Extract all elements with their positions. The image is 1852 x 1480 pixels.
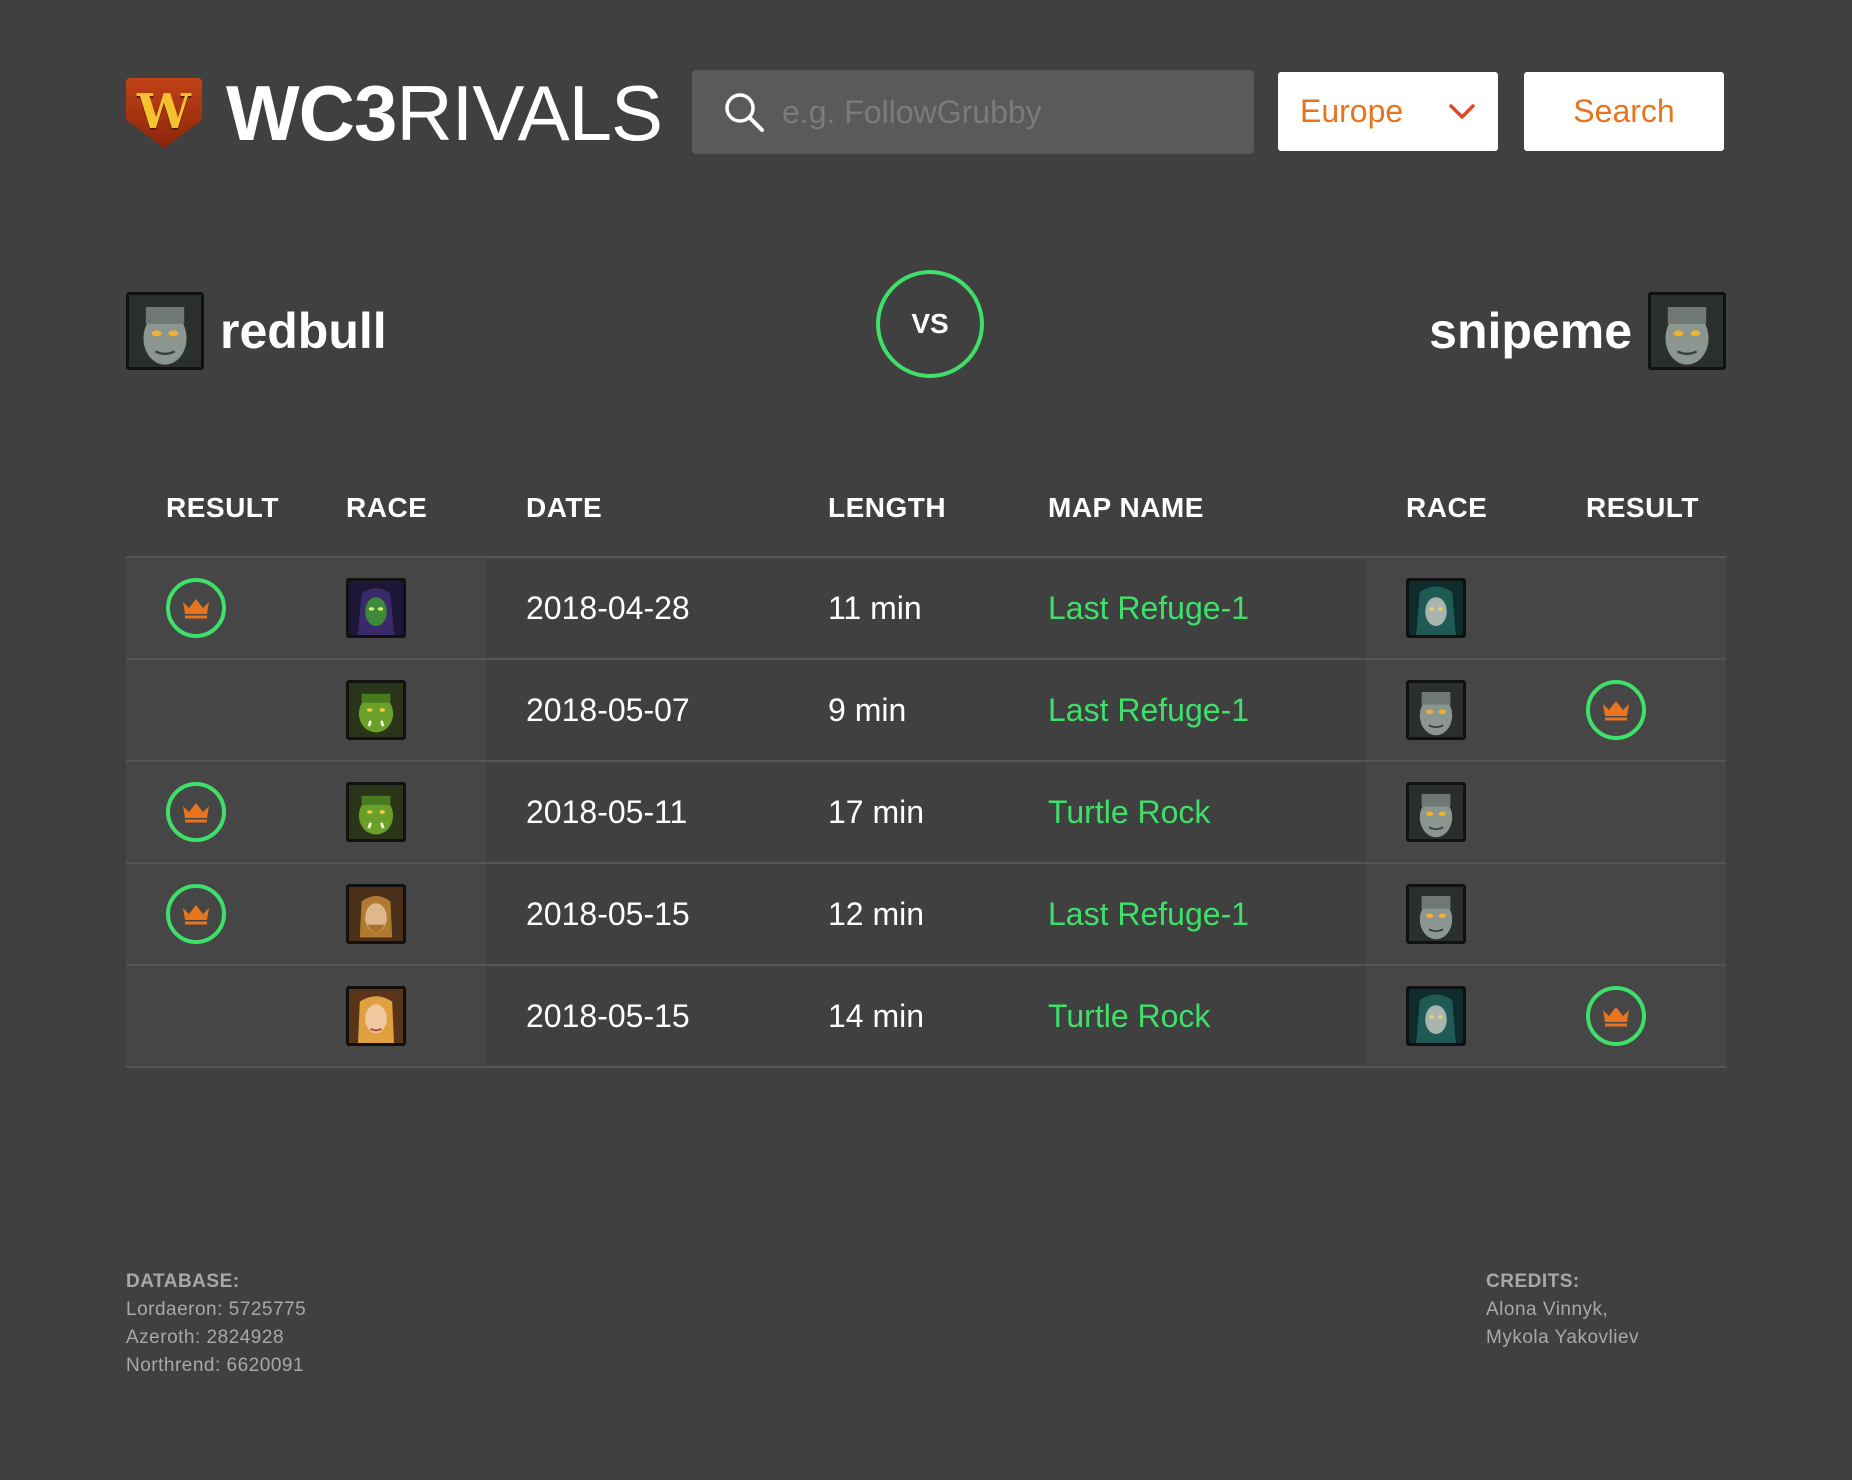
player-right[interactable]: snipeme [1429, 292, 1726, 370]
col-header-race-right: RACE [1406, 492, 1488, 523]
match-date: 2018-04-28 [526, 589, 690, 626]
map-name-link[interactable]: Last Refuge-1 [1048, 558, 1249, 658]
winner-badge[interactable] [166, 578, 226, 638]
table-row[interactable]: 2018-05-07 9 min Last Refuge-1 [126, 660, 1726, 762]
region-select[interactable]: Europe [1278, 72, 1498, 151]
credits: CREDITS: Alona Vinnyk, Mykola Yakovliev [1486, 1268, 1639, 1352]
match-length: 14 min [828, 997, 925, 1034]
brand-name-thin: RIVALS [396, 69, 663, 157]
col-header-length: LENGTH [828, 492, 947, 523]
match-table: RESULT RACE DATE LENGTH MAP NAME RACE RE… [126, 480, 1726, 1068]
undead-race-icon [1406, 782, 1466, 842]
col-header-result-right: RESULT [1586, 492, 1699, 523]
winner-badge[interactable] [1586, 680, 1646, 740]
database-line: Northrend: 6620091 [126, 1355, 305, 1376]
match-date: 2018-05-15 [526, 997, 690, 1034]
crown-icon [1603, 1007, 1629, 1027]
race-right-cell [1406, 966, 1466, 1066]
credits-line: Mykola Yakovliev [1486, 1327, 1640, 1348]
race-left-cell [346, 966, 406, 1066]
match-date: 2018-05-15 [526, 895, 690, 932]
race-right-cell [1406, 762, 1466, 862]
night-elf-warden-race-icon [346, 578, 406, 638]
undead-race-avatar [126, 292, 204, 370]
race-left-cell [346, 864, 406, 964]
result-right-cell [1586, 660, 1646, 760]
database-line: Azeroth: 2824928 [126, 1327, 285, 1348]
race-left-cell [346, 660, 406, 760]
result-left-cell [166, 558, 226, 658]
race-left-cell [346, 558, 406, 658]
race-left-cell [346, 762, 406, 862]
race-right-cell [1406, 558, 1466, 658]
table-row[interactable]: 2018-05-15 12 min Last Refuge-1 [126, 864, 1726, 966]
orc-race-icon [346, 680, 406, 740]
match-length: 11 min [828, 589, 922, 626]
wc3-logo-icon: W [126, 78, 202, 148]
race-right-cell [1406, 864, 1466, 964]
logo-badge-letter: W [137, 84, 191, 140]
credits-line: Alona Vinnyk, [1486, 1299, 1609, 1320]
match-date: 2018-05-11 [526, 793, 688, 830]
chevron-down-icon [1449, 103, 1475, 119]
match-length: 9 min [828, 691, 907, 728]
undead-race-icon [1406, 884, 1466, 944]
result-right-cell [1586, 966, 1646, 1066]
map-name-link[interactable]: Last Refuge-1 [1048, 864, 1249, 964]
table-row[interactable]: 2018-04-28 11 min Last Refuge-1 [126, 558, 1726, 660]
winner-badge[interactable] [166, 782, 226, 842]
orc-race-icon [346, 782, 406, 842]
row-shade [126, 660, 486, 760]
brand-name-bold: WC3 [226, 69, 397, 157]
col-header-result-left: RESULT [166, 492, 279, 523]
credits-title: CREDITS: [1486, 1271, 1580, 1292]
crown-icon [1603, 701, 1629, 721]
human-female-race-icon [346, 986, 406, 1046]
search-button[interactable]: Search [1524, 72, 1724, 151]
database-stats: DATABASE: Lordaeron: 5725775 Azeroth: 28… [126, 1268, 306, 1380]
player-left[interactable]: redbull [126, 292, 387, 370]
row-shade [126, 966, 486, 1066]
player-right-name: snipeme [1429, 303, 1632, 359]
region-selected-label: Europe [1300, 93, 1404, 129]
banshee-race-icon [1406, 578, 1466, 638]
header: W WC3RIVALS Europe Search [126, 70, 1726, 155]
undead-race-icon [1406, 680, 1466, 740]
crown-icon [183, 905, 209, 925]
map-name-link[interactable]: Turtle Rock [1048, 762, 1210, 862]
result-left-cell [166, 864, 226, 964]
winner-badge[interactable] [166, 884, 226, 944]
crown-icon [183, 803, 209, 823]
database-title: DATABASE: [126, 1271, 240, 1292]
table-body: 2018-04-28 11 min Last Refuge-1 2018-05-07 9… [126, 558, 1726, 1068]
winner-badge[interactable] [1586, 986, 1646, 1046]
brand-name: WC3RIVALS [226, 74, 663, 152]
crown-icon [183, 599, 209, 619]
col-header-map-name: MAP NAME [1048, 492, 1204, 523]
table-row[interactable]: 2018-05-15 14 min Turtle Rock [126, 966, 1726, 1068]
human-male-race-icon [346, 884, 406, 944]
race-right-cell [1406, 660, 1466, 760]
map-name-link[interactable]: Last Refuge-1 [1048, 660, 1249, 760]
search-box[interactable] [692, 70, 1254, 154]
database-line: Lordaeron: 5725775 [126, 1299, 307, 1320]
player-left-name: redbull [220, 303, 387, 359]
match-date: 2018-05-07 [526, 691, 690, 728]
undead-race-avatar [1648, 292, 1726, 370]
table-header: RESULT RACE DATE LENGTH MAP NAME RACE RE… [126, 480, 1726, 558]
col-header-race-left: RACE [346, 492, 428, 523]
table-row[interactable]: 2018-05-11 17 min Turtle Rock [126, 762, 1726, 864]
col-header-date: DATE [526, 492, 603, 523]
players-header: redbull VS snipeme [126, 270, 1726, 380]
search-input[interactable] [782, 93, 1222, 131]
logo[interactable]: W WC3RIVALS [126, 74, 663, 152]
match-length: 12 min [828, 895, 925, 932]
vs-badge: VS [876, 270, 984, 378]
search-icon [725, 93, 764, 132]
banshee-race-icon [1406, 986, 1466, 1046]
vs-label: VS [911, 308, 949, 339]
match-length: 17 min [828, 793, 925, 830]
result-left-cell [166, 762, 226, 862]
map-name-link[interactable]: Turtle Rock [1048, 966, 1210, 1066]
